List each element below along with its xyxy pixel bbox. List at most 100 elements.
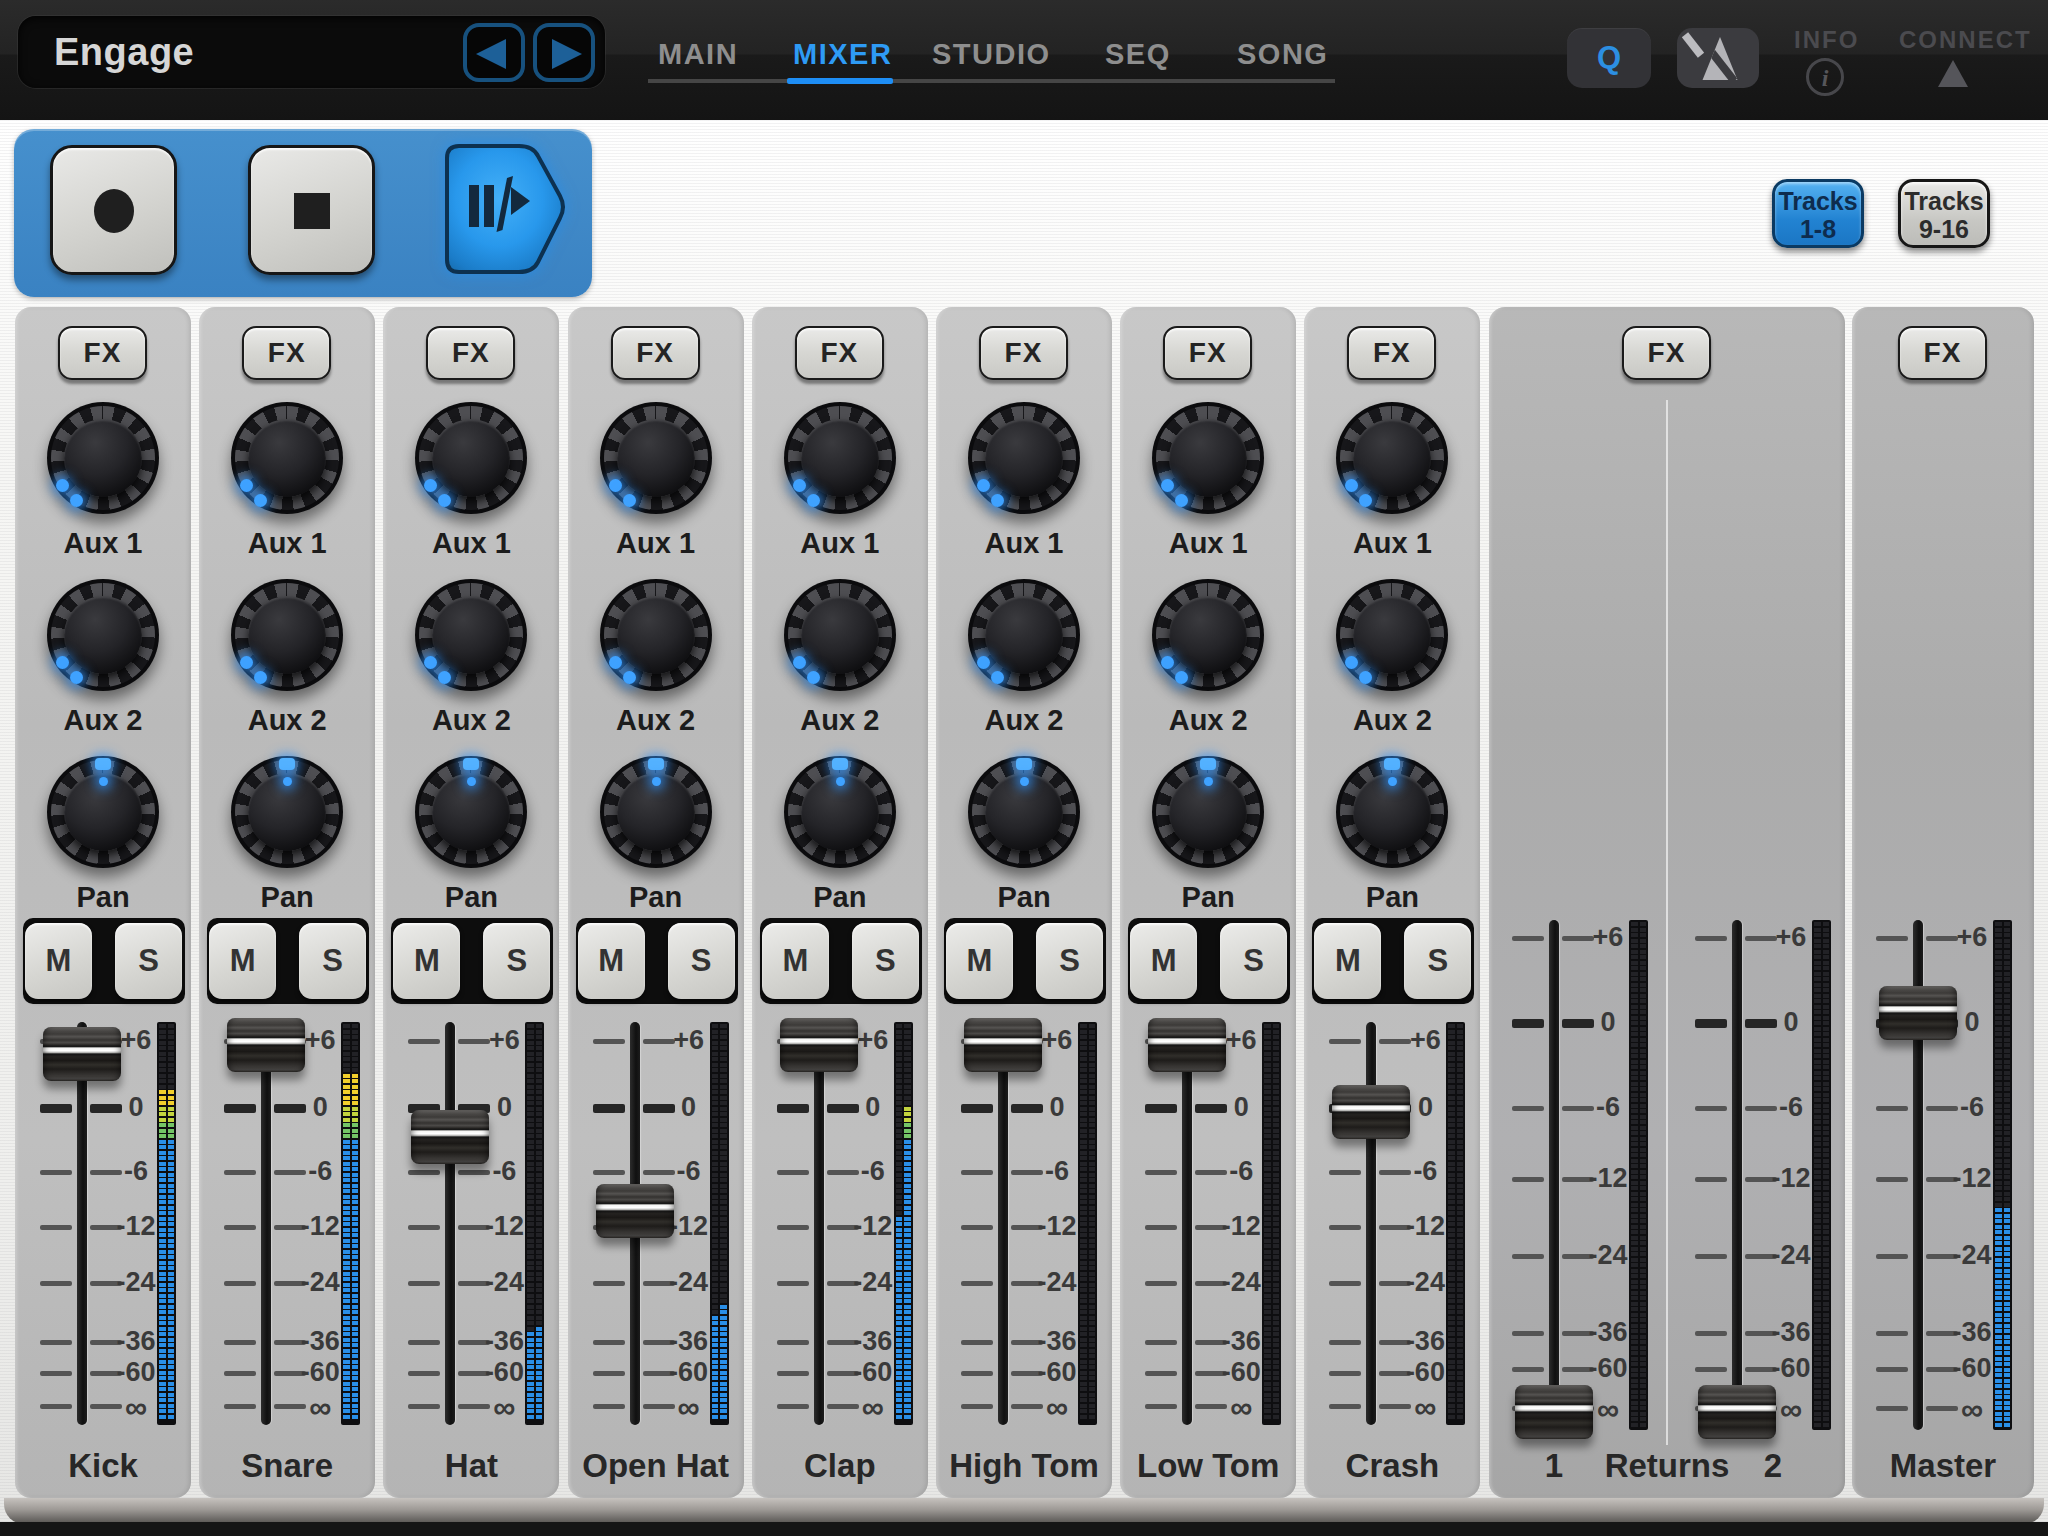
tick-left [224,1404,256,1409]
pan-knob[interactable] [1336,756,1448,868]
pan-knob[interactable] [47,756,159,868]
solo-button[interactable]: S [852,923,919,999]
mute-button[interactable]: M [393,923,460,999]
tab-seq[interactable]: SEQ [1105,38,1171,71]
solo-button[interactable]: S [299,923,366,999]
channel-fader-handle[interactable] [43,1027,121,1081]
mute-button[interactable]: M [762,923,829,999]
channel-fader-track[interactable] [998,1022,1008,1425]
aux1-knob[interactable] [47,402,159,514]
aux2-knob[interactable] [968,579,1080,691]
return-2-fader-handle[interactable] [1698,1385,1776,1439]
channel-fader-handle[interactable] [411,1110,489,1164]
fx-button[interactable]: FX [1622,326,1711,380]
next-project-button[interactable] [533,23,595,82]
master-fader-handle[interactable] [1879,986,1957,1040]
aux1-knob[interactable] [784,402,896,514]
mute-button[interactable]: M [578,923,645,999]
aux1-knob[interactable] [1152,402,1264,514]
mute-button[interactable]: M [946,923,1013,999]
pan-led [463,758,479,770]
channel-fader-track[interactable] [445,1022,455,1425]
channel-fader-track[interactable] [77,1022,87,1425]
aux2-knob-body [432,596,510,674]
aux1-knob[interactable] [1336,402,1448,514]
scale-label: ∞ [1397,1390,1453,1426]
return-2-fader-track[interactable] [1732,920,1742,1430]
aux2-knob[interactable] [1336,579,1448,691]
channel-fader-handle[interactable] [964,1018,1042,1072]
pan-knob[interactable] [968,756,1080,868]
tab-song[interactable]: SONG [1237,38,1328,71]
solo-button[interactable]: S [483,923,550,999]
quantize-button[interactable]: Q [1567,28,1651,88]
tab-main[interactable]: MAIN [658,38,738,71]
fx-button[interactable]: FX [1898,326,1987,380]
aux2-knob[interactable] [600,579,712,691]
pause-play-button[interactable] [443,143,573,277]
scale-label: -6 [1213,1156,1269,1187]
channel-fader-handle[interactable] [780,1018,858,1072]
project-selector[interactable]: Engage [18,16,605,88]
metronome-button[interactable] [1677,28,1759,88]
channel-fader-handle[interactable] [1148,1018,1226,1072]
connect-icon[interactable] [1938,60,1968,87]
solo-button[interactable]: S [115,923,182,999]
pan-knob[interactable] [415,756,527,868]
pan-knob[interactable] [784,756,896,868]
mute-button[interactable]: M [1130,923,1197,999]
aux2-knob[interactable] [415,579,527,691]
info-label: INFO [1794,26,1859,54]
pan-knob[interactable] [1152,756,1264,868]
pan-knob[interactable] [600,756,712,868]
solo-button[interactable]: S [1404,923,1471,999]
solo-button[interactable]: S [668,923,735,999]
aux2-knob[interactable] [1152,579,1264,691]
mute-button[interactable]: M [1314,923,1381,999]
channel-fader-handle[interactable] [227,1018,305,1072]
record-button[interactable] [50,145,177,275]
return-1-fader-handle[interactable] [1515,1385,1593,1439]
fx-button[interactable]: FX [426,326,515,380]
pan-knob[interactable] [231,756,343,868]
tick-left [1145,1281,1177,1286]
aux1-knob[interactable] [968,402,1080,514]
info-icon[interactable]: i [1806,58,1844,96]
mute-button[interactable]: M [209,923,276,999]
tick-left [40,1170,72,1175]
tab-mixer[interactable]: MIXER [793,38,892,71]
tracks-9-16-button[interactable]: Tracks 9-16 [1898,179,1990,248]
channel-fader-track[interactable] [1366,1022,1376,1425]
tab-studio[interactable]: STUDIO [932,38,1051,71]
solo-button[interactable]: S [1220,923,1287,999]
aux1-knob[interactable] [600,402,712,514]
aux2-knob[interactable] [784,579,896,691]
channel-fader-handle[interactable] [596,1184,674,1238]
fx-button[interactable]: FX [979,326,1068,380]
fx-button[interactable]: FX [1163,326,1252,380]
channel-fader-track[interactable] [1182,1022,1192,1425]
tracks-1-8-button[interactable]: Tracks 1-8 [1772,179,1864,248]
channel-level-meter [894,1022,913,1425]
stop-button[interactable] [248,145,375,275]
fx-button[interactable]: FX [611,326,700,380]
solo-button[interactable]: S [1036,923,1103,999]
aux1-knob[interactable] [231,402,343,514]
aux1-knob-body [64,419,142,497]
strip-clap: FXAux 1Aux 2PanMS+60-6-12-24-36-60∞Clap [752,307,928,1498]
scale-label: -6 [1944,1092,2000,1123]
fx-button[interactable]: FX [1347,326,1436,380]
aux2-knob[interactable] [231,579,343,691]
fx-button[interactable]: FX [795,326,884,380]
scale-label: -60 [476,1357,532,1388]
channel-fader-track[interactable] [814,1022,824,1425]
aux1-knob[interactable] [415,402,527,514]
tick-left [593,1404,625,1409]
fx-button[interactable]: FX [242,326,331,380]
fx-button[interactable]: FX [58,326,147,380]
prev-project-button[interactable] [463,23,525,82]
channel-fader-track[interactable] [261,1022,271,1425]
mute-button[interactable]: M [25,923,92,999]
aux2-knob[interactable] [47,579,159,691]
channel-fader-handle[interactable] [1332,1085,1410,1139]
